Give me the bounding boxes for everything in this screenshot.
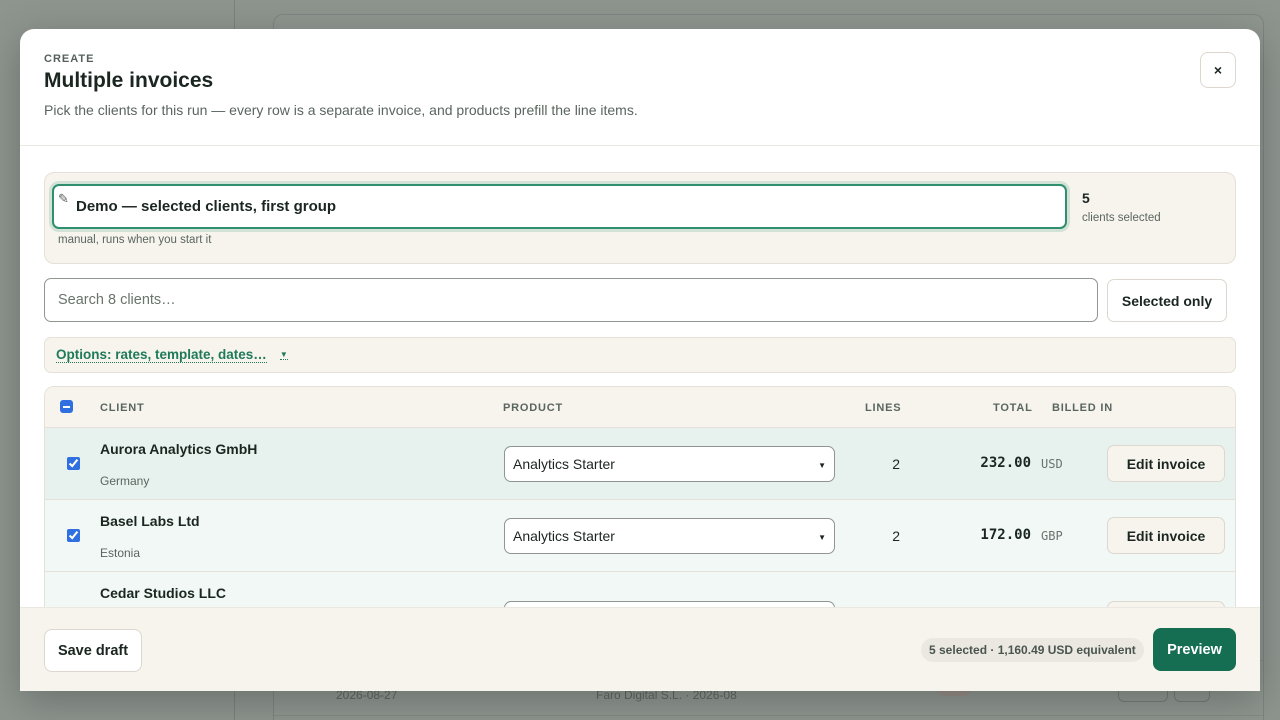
options-bar: Options: rates, template, dates… ▼ bbox=[44, 337, 1236, 373]
header-billed-in: BILLED IN bbox=[1052, 402, 1113, 414]
batch-run-note: manual, runs when you start it bbox=[58, 234, 212, 246]
table-row[interactable]: Cedar Studios LLC bbox=[45, 572, 1235, 607]
table-header: CLIENT PRODUCT LINES TOTAL BILLED IN bbox=[45, 387, 1235, 428]
batch-name-card: ✎ manual, runs when you start it 5 clien… bbox=[44, 172, 1236, 264]
chevron-down-icon[interactable]: ▼ bbox=[279, 350, 288, 360]
modal-body[interactable]: ✎ manual, runs when you start it 5 clien… bbox=[20, 146, 1260, 607]
header-lines: LINES bbox=[865, 402, 902, 414]
preview-button[interactable]: Preview bbox=[1153, 628, 1236, 671]
selected-count: 5 bbox=[1082, 190, 1090, 206]
options-toggle[interactable]: Options: rates, template, dates… bbox=[56, 347, 267, 363]
modal-header: CREATE Multiple invoices Pick the client… bbox=[20, 29, 1260, 146]
client-name: Aurora Analytics GmbH bbox=[100, 441, 258, 457]
client-name: Basel Labs Ltd bbox=[100, 513, 200, 529]
save-draft-button[interactable]: Save draft bbox=[44, 629, 142, 672]
line-count: 2 bbox=[892, 456, 900, 472]
create-invoices-modal: CREATE Multiple invoices Pick the client… bbox=[20, 29, 1260, 691]
billing-currency: GBP bbox=[1041, 529, 1063, 543]
row-checkbox[interactable] bbox=[67, 529, 80, 542]
table-row[interactable]: Aurora Analytics GmbH Germany Analytics … bbox=[45, 428, 1235, 500]
batch-name-field[interactable]: ✎ bbox=[52, 184, 1067, 229]
header-total: TOTAL bbox=[993, 402, 1033, 414]
modal-kicker: CREATE bbox=[44, 53, 95, 65]
modal-title: Multiple invoices bbox=[44, 69, 214, 92]
close-icon: × bbox=[1213, 62, 1223, 78]
product-select[interactable]: Analytics Starter ▼ bbox=[504, 446, 835, 482]
product-select-value: Analytics Starter bbox=[513, 456, 615, 472]
table-row[interactable]: Basel Labs Ltd Estonia Analytics Starter… bbox=[45, 500, 1235, 572]
client-name: Cedar Studios LLC bbox=[100, 585, 227, 601]
pencil-icon: ✎ bbox=[58, 191, 69, 206]
row-checkbox[interactable] bbox=[67, 457, 80, 470]
line-count: 2 bbox=[892, 528, 900, 544]
header-client: CLIENT bbox=[100, 402, 145, 414]
selection-summary: 5 selected · 1,160.49 USD equivalent bbox=[921, 638, 1144, 662]
modal-footer: Save draft 5 selected · 1,160.49 USD equ… bbox=[20, 607, 1260, 691]
select-all-checkbox[interactable] bbox=[60, 400, 73, 413]
selected-only-button[interactable]: Selected only bbox=[1107, 279, 1227, 322]
product-select[interactable]: Analytics Starter ▼ bbox=[504, 518, 835, 554]
search-row: Selected only bbox=[44, 278, 1236, 322]
invoice-total: 232.00 bbox=[980, 455, 1031, 471]
client-country: Germany bbox=[100, 474, 150, 488]
selected-count-label: clients selected bbox=[1082, 212, 1161, 224]
chevron-down-icon: ▼ bbox=[818, 461, 826, 470]
edit-invoice-button[interactable]: Edit invoice bbox=[1107, 445, 1225, 482]
invoice-total: 172.00 bbox=[980, 527, 1031, 543]
product-select-value: Analytics Starter bbox=[513, 528, 615, 544]
batch-name-input[interactable] bbox=[54, 198, 1065, 215]
modal-subtitle: Pick the clients for this run — every ro… bbox=[44, 102, 638, 118]
billing-currency: USD bbox=[1041, 457, 1063, 471]
background-divider bbox=[274, 715, 1263, 716]
client-country: Estonia bbox=[100, 546, 141, 560]
header-product: PRODUCT bbox=[503, 402, 563, 414]
close-button[interactable]: × bbox=[1200, 52, 1236, 88]
edit-invoice-button[interactable]: Edit invoice bbox=[1107, 517, 1225, 554]
chevron-down-icon: ▼ bbox=[818, 533, 826, 542]
clients-table: CLIENT PRODUCT LINES TOTAL BILLED IN Aur… bbox=[44, 386, 1236, 607]
client-search-input[interactable] bbox=[44, 278, 1098, 322]
